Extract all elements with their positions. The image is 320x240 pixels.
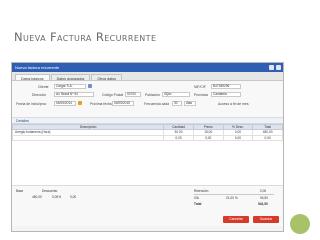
line-price[interactable]: 0,00 (192, 134, 224, 141)
discount-label: Descuento (42, 189, 58, 193)
cliente-label: Cliente (38, 85, 49, 89)
proxima-field[interactable]: 04/05/2015 (112, 101, 134, 106)
frecuencia-field[interactable]: 30 (172, 101, 182, 106)
invoice-form: Cliente Cargar S.A. Dirección Av. Brasil… (12, 81, 283, 118)
tab-otros-datos[interactable]: Otros datos (91, 74, 122, 81)
frecuencia-label: Frecuencia cada (144, 102, 170, 106)
base-value: 450,00 (32, 195, 42, 199)
cp-label: Código Postal (102, 93, 124, 97)
calendar-icon[interactable] (78, 101, 82, 105)
tab-bar: Datos básicos Datos avanzados Otros dato… (12, 72, 283, 81)
fecha-field[interactable]: 04/05/2014 (54, 101, 76, 106)
frecuencia-unit-select[interactable]: días (184, 101, 196, 106)
poblacion-label: Población (145, 93, 160, 97)
proxima-label: Próxima fecha (90, 102, 112, 106)
slide-title: Nueva Factura Recurrente (14, 30, 157, 44)
discount-amount: 0,00 (70, 195, 77, 199)
window-title: Nueva factura recurrente (15, 65, 60, 70)
search-client-icon[interactable] (88, 84, 92, 88)
cancel-button[interactable]: Cancelar (223, 216, 249, 223)
tab-datos-avanzados[interactable]: Datos avanzados (50, 74, 91, 81)
provincia-field[interactable]: Cantabria (211, 92, 241, 97)
minimize-icon[interactable] (269, 65, 274, 70)
tax-amount: 94,50 (260, 196, 268, 200)
totals-panel: Base Descuento 450,00 0,00% 0,00 Retenci… (12, 186, 283, 226)
cp-field[interactable]: 00700 (125, 92, 141, 97)
fin-de-mes-label: Acceso a fin de mes (218, 102, 249, 106)
poblacion-field[interactable]: Gijón (162, 92, 190, 97)
lines-empty-area (12, 141, 283, 186)
table-row[interactable]: 0,00 0,00 0,00 0,00 (12, 134, 283, 141)
fecha-label: Fecha de inicio/proc (16, 102, 47, 106)
retention-value: 0,00 (260, 189, 267, 193)
nif-field[interactable]: B47389296 (211, 84, 241, 89)
window-titlebar: Nueva factura recurrente (12, 63, 283, 72)
direccion-label: Dirección (32, 93, 47, 97)
line-description[interactable] (12, 134, 165, 141)
lines-section-label: Detalles (16, 119, 29, 123)
line-quantity[interactable]: 0,00 (163, 134, 194, 141)
line-discount[interactable]: 0,00 (222, 134, 254, 141)
invoice-window: Nueva factura recurrente Datos básicos D… (11, 62, 284, 232)
base-label: Base (16, 189, 24, 193)
tab-datos-basicos[interactable]: Datos básicos (15, 74, 50, 81)
totals-divider (194, 194, 274, 195)
save-button[interactable]: Guardar (253, 216, 279, 223)
retention-label: Retención (194, 189, 209, 193)
tax-rate[interactable]: 21,00 % (226, 196, 238, 200)
tax-label: IVA (194, 196, 199, 200)
total-value: 544,50 (258, 202, 268, 206)
direccion-field[interactable]: Av. Brasil Nº 54 (54, 92, 94, 97)
slide-decoration-circle (290, 214, 310, 234)
nif-label: NIF/CIF (194, 85, 206, 89)
cliente-field[interactable]: Cargar S.A. (54, 84, 86, 89)
provincia-label: Provincia (194, 93, 208, 97)
line-total: 0,00 (252, 134, 283, 141)
total-label: Total (194, 202, 202, 206)
discount-percent[interactable]: 0,00% (52, 195, 61, 199)
close-icon[interactable] (276, 65, 281, 70)
invoice-lines-table: Descripción Cantidad Precio % Desc. Tota… (12, 124, 283, 141)
